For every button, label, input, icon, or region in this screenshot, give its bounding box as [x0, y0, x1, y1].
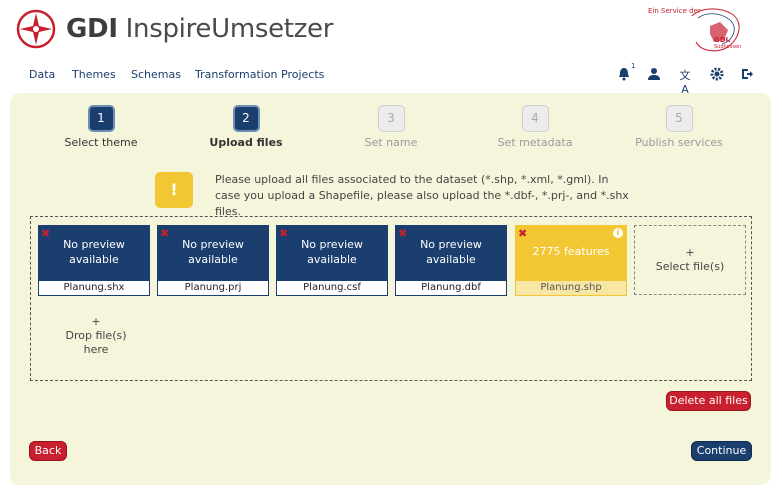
select-files-label: Select file(s) [655, 260, 725, 273]
step-label: Set metadata [497, 136, 573, 149]
wizard-panel: 1 Select theme 2 Upload files 3 Set name… [10, 93, 771, 485]
continue-button[interactable]: Continue [691, 441, 752, 461]
file-card-prj: ✖ No preview available Planung.prj [157, 225, 269, 296]
plus-icon: + [685, 246, 695, 259]
logout-icon[interactable] [739, 66, 755, 82]
language-icon[interactable]: 文A [677, 67, 693, 96]
remove-file-icon[interactable]: ✖ [398, 226, 407, 241]
feature-count: 2775 features [532, 245, 610, 258]
remove-file-icon[interactable]: ✖ [518, 226, 527, 241]
compass-logo-icon [16, 9, 56, 49]
file-card-dbf: ✖ No preview available Planung.dbf [395, 225, 507, 296]
step-set-name: 3 Set name [316, 105, 466, 149]
step-number: 3 [377, 105, 405, 132]
plus-icon: + [91, 315, 101, 328]
remove-file-icon[interactable]: ✖ [160, 226, 169, 241]
bell-icon[interactable] [616, 66, 632, 82]
preview-text: No preview available [420, 238, 482, 266]
step-number: 5 [665, 105, 693, 132]
service-text: Ein Service der [648, 7, 701, 15]
app-title: GDI InspireUmsetzer [66, 14, 334, 44]
step-label: Set name [364, 136, 418, 149]
back-button[interactable]: Back [29, 441, 67, 461]
preview-text: No preview available [182, 238, 244, 266]
drop-files-area[interactable]: + Drop file(s) here [61, 315, 131, 357]
remove-file-icon[interactable]: ✖ [279, 226, 288, 241]
gear-icon[interactable] [709, 66, 725, 82]
step-label: Upload files [209, 136, 283, 149]
file-card-csf: ✖ No preview available Planung.csf [276, 225, 388, 296]
file-dropzone[interactable]: ✖ No preview available Planung.shx ✖ No … [30, 216, 752, 381]
file-name: Planung.shp [515, 281, 627, 296]
preview-text: No preview available [63, 238, 125, 266]
app-header: GDI InspireUmsetzer Ein Service der GDI.… [0, 0, 782, 62]
step-number: 1 [87, 105, 115, 132]
step-label: Publish services [635, 136, 723, 149]
user-icon[interactable] [646, 66, 662, 82]
nav-themes[interactable]: Themes [72, 68, 116, 81]
select-files-button[interactable]: + Select file(s) [634, 225, 746, 295]
service-org: GDI. [714, 36, 731, 44]
step-label: Select theme [64, 136, 138, 149]
file-name: Planung.prj [157, 281, 269, 296]
delete-all-files-button[interactable]: Delete all files [666, 391, 751, 411]
file-preview: ✖ No preview available [395, 225, 507, 281]
step-number: 4 [521, 105, 549, 132]
step-upload-files[interactable]: 2 Upload files [171, 105, 321, 149]
step-select-theme[interactable]: 1 Select theme [26, 105, 176, 149]
step-number: 2 [232, 105, 260, 132]
file-preview: ✖ No preview available [276, 225, 388, 281]
info-icon[interactable]: i [613, 228, 623, 238]
drop-files-label: Drop file(s) here [65, 329, 127, 356]
step-publish-services: 5 Publish services [604, 105, 754, 149]
remove-file-icon[interactable]: ✖ [41, 226, 50, 241]
nav-data[interactable]: Data [29, 68, 55, 81]
preview-text: No preview available [301, 238, 363, 266]
file-card-shx: ✖ No preview available Planung.shx [38, 225, 150, 296]
file-name: Planung.dbf [395, 281, 507, 296]
notification-badge: 1 [631, 62, 636, 70]
step-set-metadata: 4 Set metadata [460, 105, 610, 149]
file-preview: ✖ No preview available [157, 225, 269, 281]
upload-info-message: Please upload all files associated to th… [215, 173, 629, 218]
file-preview: ✖ i 2775 features [515, 225, 627, 281]
file-card-shp: ✖ i 2775 features Planung.shp [515, 225, 627, 296]
warning-icon: ! [155, 172, 193, 208]
file-name: Planung.csf [276, 281, 388, 296]
file-preview: ✖ No preview available [38, 225, 150, 281]
file-name: Planung.shx [38, 281, 150, 296]
nav-transformation-projects[interactable]: Transformation Projects [195, 68, 324, 81]
nav-schemas[interactable]: Schemas [131, 68, 181, 81]
main-nav: Data Themes Schemas Transformation Proje… [0, 66, 782, 96]
service-region: Südhessen [714, 44, 742, 50]
